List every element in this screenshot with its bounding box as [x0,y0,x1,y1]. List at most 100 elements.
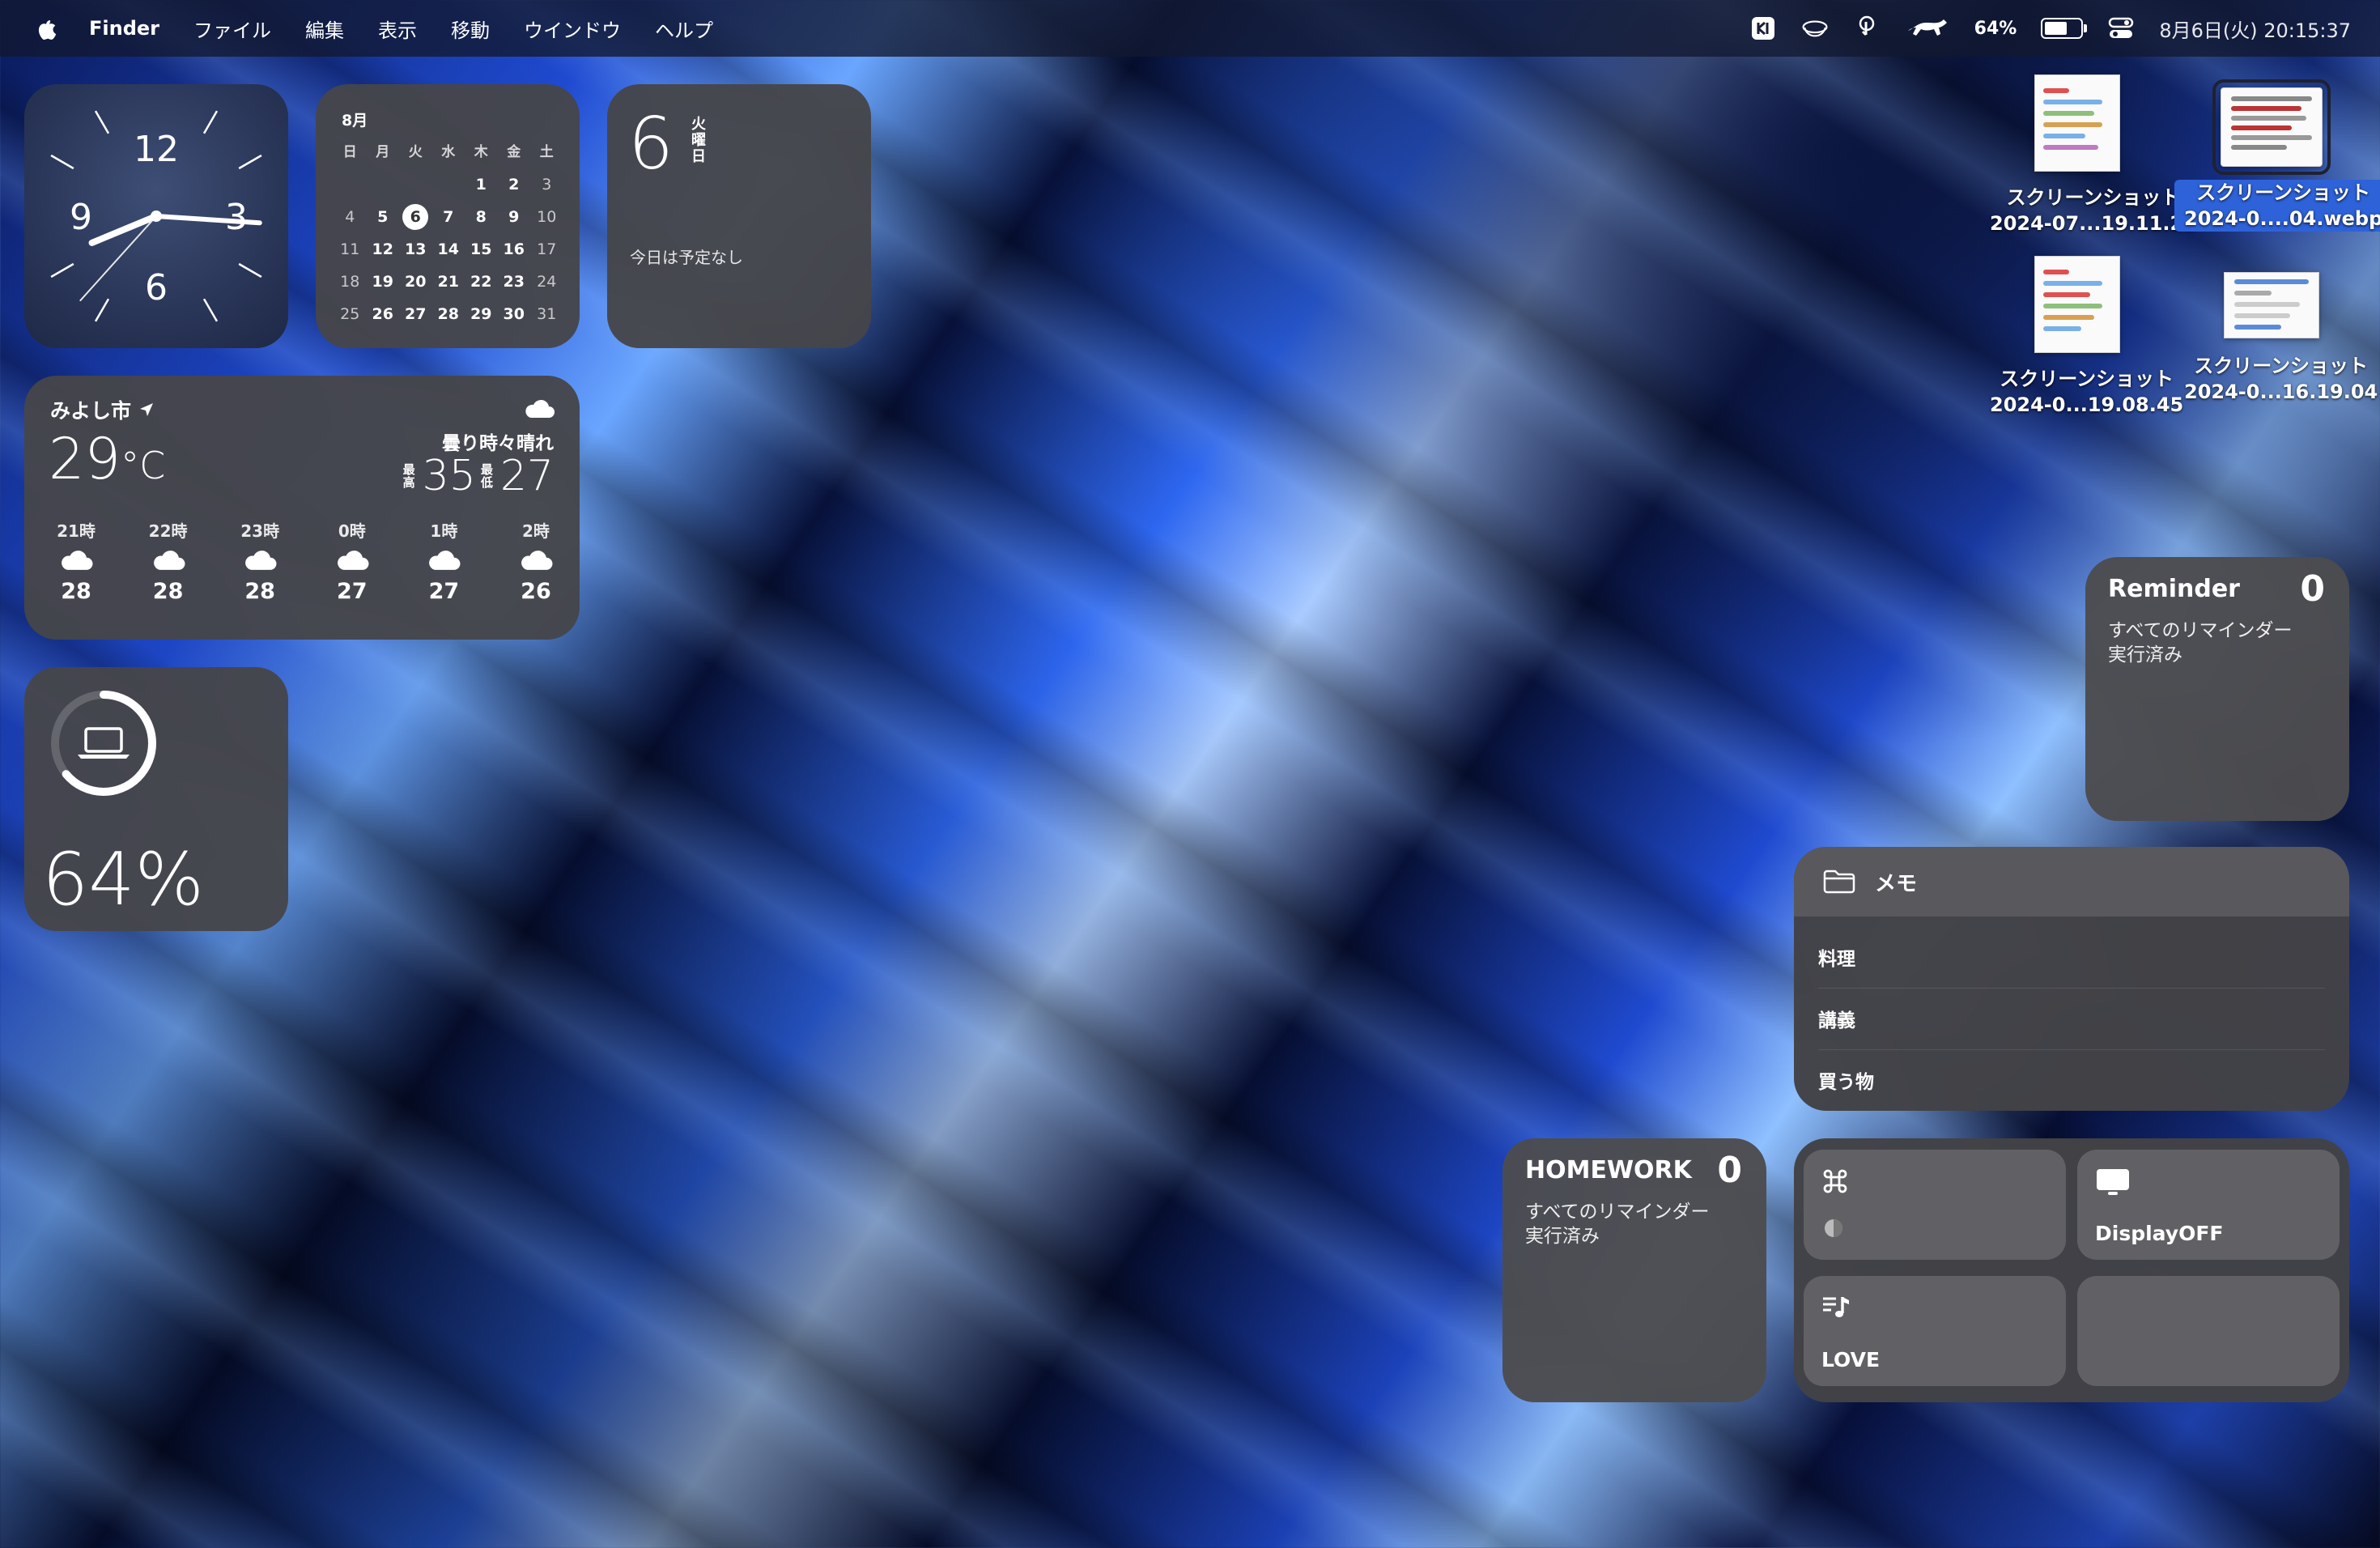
analog-clock-face: 12 3 6 9 [50,110,262,322]
calendar-day[interactable]: 17 [530,236,563,262]
reminder-list-title: HOMEWORK [1525,1156,1692,1184]
low-label-char: 最 [480,462,493,477]
reminder-list-title: Reminder [2108,575,2240,603]
calendar-day[interactable]: 23 [498,269,531,295]
calendar-day[interactable]: 14 [432,236,465,262]
menu-app-name[interactable]: Finder [89,17,159,40]
display-icon [2097,1169,2129,1195]
calendar-day[interactable]: 19 [367,269,400,295]
calendar-day[interactable]: 12 [367,236,400,262]
calendar-day[interactable]: 18 [334,269,367,295]
calendar-day[interactable]: 24 [530,269,563,295]
calendar-day[interactable]: 26 [367,301,400,327]
clock-hour-hand [88,213,159,246]
desktop-file[interactable]: スクリーンショット 2024-0...19.08.45 [1980,256,2183,418]
calendar-day[interactable]: 30 [498,301,531,327]
hourly-forecast: 21時 28 22時 28 23時 28 0時 27 1時 27 2時 26 [47,518,565,604]
apple-menu-icon[interactable] [29,15,62,41]
hour-forecast: 2時 26 [507,518,565,604]
location-arrow-icon [140,403,154,416]
cloud-icon [139,542,198,579]
clock-widget[interactable]: 12 3 6 9 [24,84,288,348]
file-name: スクリーンショット 2024-0...19.08.45 [1980,366,2183,418]
calendar-weekday: 月 [376,144,390,160]
calendar-day[interactable]: 4 [334,204,367,230]
calendar-day[interactable]: 13 [399,236,432,262]
menu-file[interactable]: ファイル [193,15,271,43]
hour-forecast: 1時 27 [414,518,473,604]
menu-edit[interactable]: 編集 [305,15,344,43]
cup-icon[interactable] [1801,15,1829,42]
menu-view[interactable]: 表示 [378,15,417,43]
cat-runner-icon[interactable] [1905,15,1950,42]
calendar-day[interactable]: 10 [530,204,563,230]
file-name: スクリーンショット 2024-0...16.19.04 [2174,353,2378,405]
desktop-file-selected[interactable]: スクリーンショット 2024-0....04.webp [2174,74,2380,232]
calendar-grid: 日月火水木金土 1 2 3 4 5 6 7 8 9 10 11 12 13 14 15 16 17 18 19 20 21… [334,139,563,327]
menu-window[interactable]: ウインドウ [524,15,621,43]
notes-widget[interactable]: メモ 料理 講義 買う物 [1794,847,2349,1111]
battery-icon[interactable] [2041,18,2088,39]
hour-forecast: 21時 28 [47,518,105,604]
calendar-day[interactable]: 27 [399,301,432,327]
calendar-day[interactable]: 22 [465,269,498,295]
homework-reminders-widget[interactable]: HOMEWORK 0 すべてのリマインダー 実行済み [1502,1138,1766,1402]
notes-folder-item[interactable]: 料理 [1818,926,2325,989]
file-thumbnail [2034,256,2120,353]
file-name-line: スクリーンショット [2000,368,2174,390]
hour-temp: 28 [244,579,275,604]
menu-help[interactable]: ヘルプ [655,15,713,43]
weather-condition: 曇り時々晴れ [442,433,554,454]
menu-go[interactable]: 移動 [451,15,490,43]
shortcut-tile-command[interactable] [1804,1150,2066,1260]
calendar-day[interactable]: 25 [334,301,367,327]
calendar-day[interactable]: 1 [465,172,498,198]
notes-header[interactable]: メモ [1794,847,2349,916]
calendar-day[interactable]: 16 [498,236,531,262]
calendar-day[interactable]: 9 [498,204,531,230]
weekday-vertical: 火 曜 日 [691,117,706,165]
calendar-widget[interactable]: 8月 日月火水木金土 1 2 3 4 5 6 7 8 9 10 11 12 13 14 15 16 17 18 19 2… [316,84,580,348]
weather-widget[interactable]: みよし市 29°C 曇り時々晴れ 最高 35 最低 27 21時 28 22時 28… [24,376,580,640]
notes-folder-item[interactable]: 買う物 [1818,1049,2325,1111]
calendar-day[interactable]: 29 [465,301,498,327]
calendar-today[interactable]: 6 [402,204,429,230]
calendar-day[interactable]: 7 [432,204,465,230]
calendar-day[interactable]: 11 [334,236,367,262]
shortcut-tile-love[interactable]: LOVE [1804,1276,2066,1386]
control-center-icon[interactable] [2107,15,2135,42]
clock-tick [94,298,110,322]
reminders-widget[interactable]: Reminder 0 すべてのリマインダー 実行済み [2085,557,2349,821]
calendar-day[interactable]: 28 [432,301,465,327]
shortcut-tile-empty[interactable] [2077,1276,2340,1386]
hand-tap-icon[interactable] [1853,15,1881,42]
desktop-file[interactable]: スクリーンショット 2024-07...19.11.28 [1980,74,2197,236]
calendar-day[interactable]: 8 [465,204,498,230]
clock-numeral-3: 3 [225,197,248,238]
hour-label: 21時 [57,521,96,541]
calendar-weekday: 火 [408,144,423,160]
shortcut-tile-displayoff[interactable]: DisplayOFF [2077,1150,2340,1260]
file-name: スクリーンショット 2024-0....04.webp [2174,180,2380,232]
date-widget[interactable]: 6 火 曜 日 今日は予定なし [607,84,871,348]
clock-tick [238,154,262,170]
calendar-day[interactable]: 5 [367,204,400,230]
desktop-file[interactable]: スクリーンショット 2024-0...16.19.04 [2174,256,2378,405]
battery-widget[interactable]: 64% [24,667,288,931]
k-app-icon[interactable] [1749,15,1777,42]
notes-folder-item[interactable]: 講義 [1818,988,2325,1050]
battery-widget-percent: 64% [42,837,205,922]
calendar-day[interactable]: 20 [399,269,432,295]
file-name: スクリーンショット 2024-07...19.11.28 [1980,185,2197,236]
calendar-day[interactable]: 3 [530,172,563,198]
calendar-day[interactable]: 21 [432,269,465,295]
calendar-day[interactable]: 2 [498,172,531,198]
file-name-line: スクリーンショット [2194,355,2369,377]
calendar-day[interactable]: 15 [465,236,498,262]
cloud-icon [47,542,105,579]
hour-temp: 28 [61,579,91,604]
hour-label: 2時 [522,521,550,541]
calendar-day[interactable]: 31 [530,301,563,327]
menu-clock[interactable]: 8月6日(火) 20:15:37 [2159,15,2351,43]
calendar-empty-cell [432,172,465,198]
